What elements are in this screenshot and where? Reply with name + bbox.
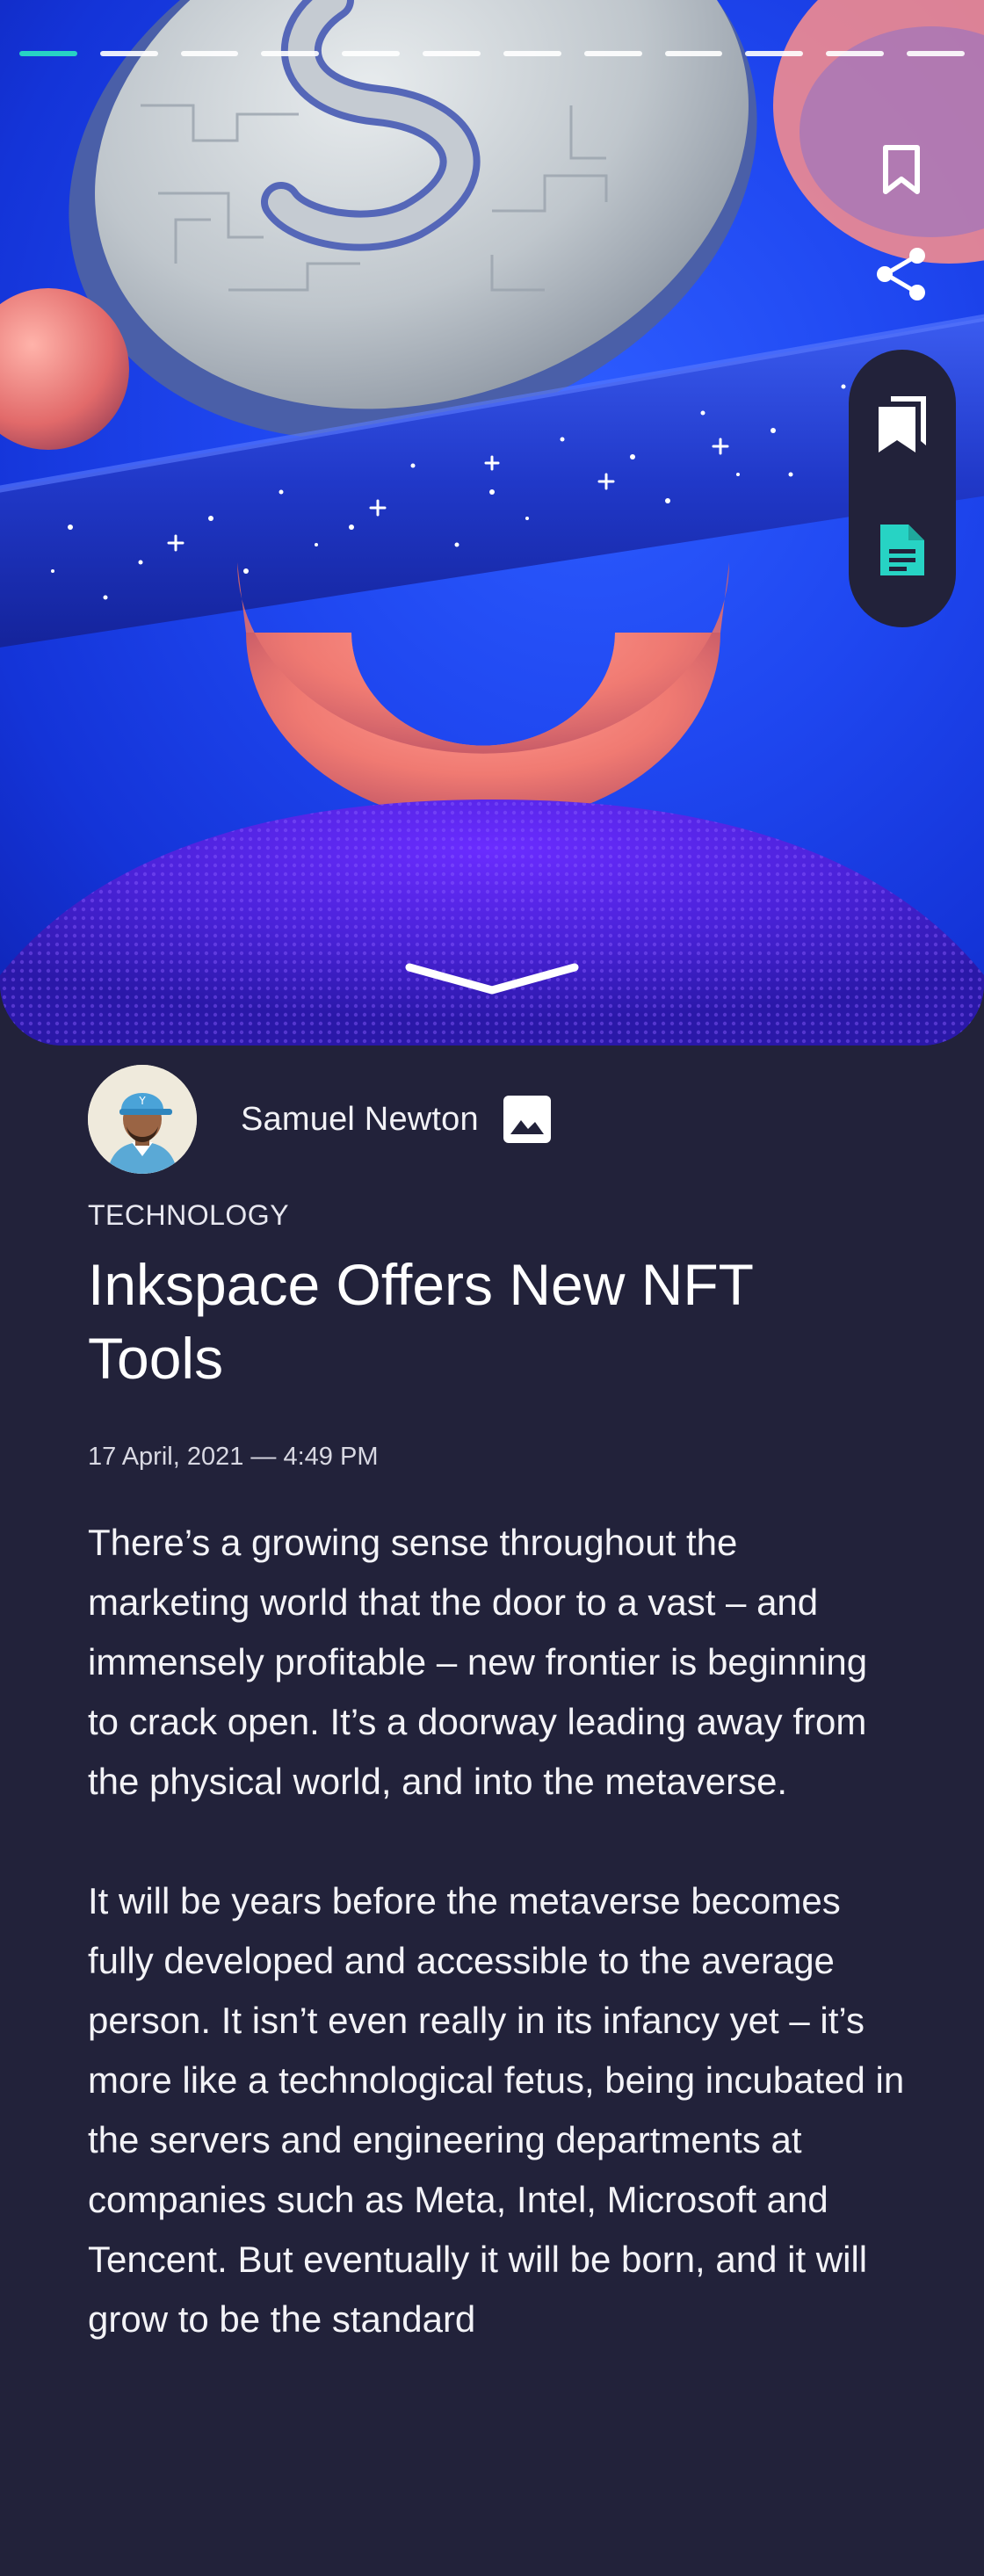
bookmark-icon bbox=[883, 145, 920, 194]
article-body: There’s a growing sense throughout the m… bbox=[88, 1513, 905, 2409]
story-segment bbox=[423, 51, 481, 56]
chevron-down-icon bbox=[405, 963, 579, 995]
article-paragraph: It will be years before the metaverse be… bbox=[88, 1880, 905, 2340]
story-progress-bar bbox=[19, 51, 965, 56]
story-segment bbox=[826, 51, 885, 56]
story-segment bbox=[342, 51, 401, 56]
story-segment bbox=[745, 51, 804, 56]
side-action-pill bbox=[849, 350, 956, 627]
image-icon[interactable] bbox=[502, 1094, 553, 1145]
document-icon bbox=[880, 525, 924, 575]
share-icon bbox=[877, 248, 925, 300]
author-row[interactable]: Y Samuel Newton bbox=[88, 1065, 553, 1174]
hero-illustration bbox=[0, 0, 984, 1046]
story-segment bbox=[19, 51, 77, 56]
story-segment bbox=[503, 51, 561, 56]
bookmark-button[interactable] bbox=[870, 139, 933, 202]
avatar[interactable]: Y bbox=[88, 1065, 197, 1174]
story-segment bbox=[907, 51, 965, 56]
bookmarks-stack-icon bbox=[879, 396, 926, 452]
share-button[interactable] bbox=[866, 242, 937, 306]
saved-stories-button[interactable] bbox=[867, 388, 937, 459]
story-segment bbox=[261, 51, 320, 56]
article-title: Inkspace Offers New NFT Tools bbox=[88, 1252, 753, 1391]
svg-text:Y: Y bbox=[138, 1095, 146, 1107]
story-segment bbox=[664, 51, 723, 56]
story-segment bbox=[99, 51, 158, 56]
article-button[interactable] bbox=[867, 515, 937, 585]
story-segment bbox=[583, 51, 642, 56]
avatar-illustration: Y bbox=[88, 1065, 197, 1174]
article-paragraph: There’s a growing sense throughout the m… bbox=[88, 1522, 868, 1802]
hero-image bbox=[0, 0, 984, 1046]
author-name[interactable]: Samuel Newton bbox=[241, 1101, 479, 1139]
article-category[interactable]: TECHNOLOGY bbox=[88, 1199, 289, 1232]
expand-chevron-button[interactable] bbox=[404, 962, 580, 997]
story-screen: Y Samuel Newton TECHNOLOGY Inkspace Offe… bbox=[0, 0, 984, 2576]
story-segment bbox=[180, 51, 239, 56]
article-date: 17 April, 2021 — 4:49 PM bbox=[88, 1443, 379, 1471]
